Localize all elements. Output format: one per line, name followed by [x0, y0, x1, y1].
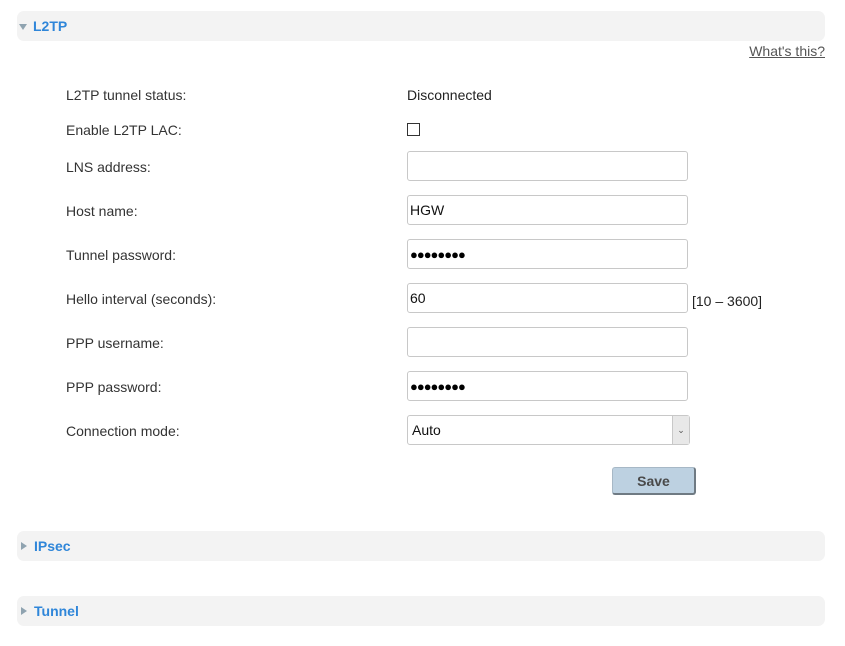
section-header-tunnel[interactable]: Tunnel	[17, 596, 825, 626]
section-title: Tunnel	[34, 603, 79, 619]
section-header-l2tp[interactable]: L2TP	[17, 11, 825, 41]
section-title: L2TP	[33, 18, 68, 34]
hello-interval-input[interactable]: 60	[407, 283, 688, 313]
tunnel-status-value: Disconnected	[407, 87, 492, 103]
host-name-label: Host name:	[66, 203, 138, 219]
connection-mode-select[interactable]: Auto ⌄	[407, 415, 690, 445]
section-header-ipsec[interactable]: IPsec	[17, 531, 825, 561]
host-name-input[interactable]: HGW	[407, 195, 688, 225]
triangle-down-icon	[19, 24, 27, 30]
connection-mode-label: Connection mode:	[66, 423, 180, 439]
ppp-username-input[interactable]	[407, 327, 688, 357]
tunnel-password-input[interactable]: ●●●●●●●●	[407, 239, 688, 269]
triangle-right-icon	[21, 542, 27, 550]
save-button[interactable]: Save	[612, 467, 696, 495]
ppp-password-input[interactable]: ●●●●●●●●	[407, 371, 688, 401]
connection-mode-value: Auto	[412, 422, 441, 438]
hello-interval-label: Hello interval (seconds):	[66, 291, 217, 307]
section-title: IPsec	[34, 538, 71, 554]
lns-address-input[interactable]	[407, 151, 688, 181]
ppp-username-label: PPP username:	[66, 335, 164, 351]
enable-lac-label: Enable L2TP LAC:	[66, 122, 182, 138]
tunnel-status-label: L2TP tunnel status:	[66, 87, 187, 103]
tunnel-password-label: Tunnel password:	[66, 247, 176, 263]
enable-lac-checkbox[interactable]	[407, 123, 420, 136]
chevron-down-icon[interactable]: ⌄	[672, 416, 689, 444]
triangle-right-icon	[21, 607, 27, 615]
ppp-password-label: PPP password:	[66, 379, 162, 395]
lns-address-label: LNS address:	[66, 159, 151, 175]
whats-this-link[interactable]: What's this?	[749, 43, 825, 59]
hello-interval-range: [10 – 3600]	[692, 293, 763, 309]
